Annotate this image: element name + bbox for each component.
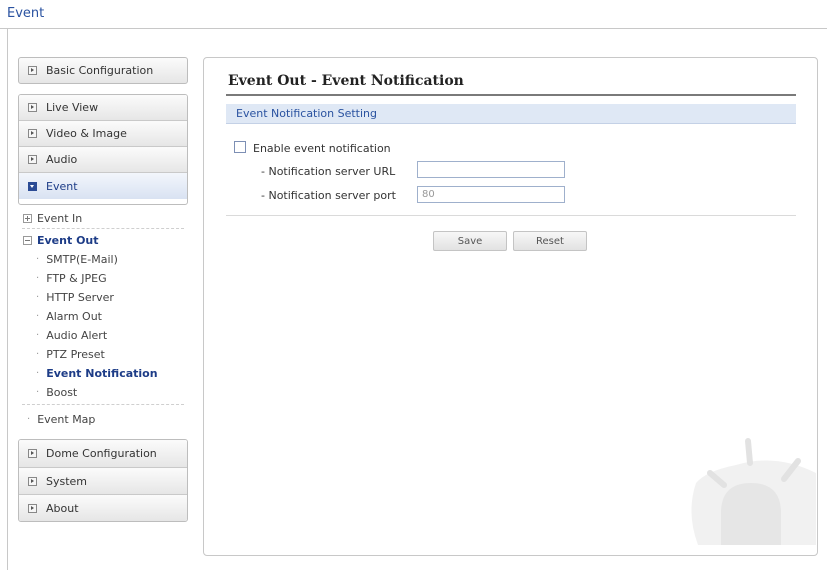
bullet: ·	[36, 387, 40, 398]
submenu-boost[interactable]: · Boost	[36, 386, 77, 399]
submenu-label: Alarm Out	[46, 310, 102, 323]
menu-label: Live View	[46, 101, 99, 114]
event-submenu: Event In Event Out · SMTP(E-Mail) · FTP …	[18, 206, 188, 438]
bullet: ·	[36, 292, 40, 303]
menu-event[interactable]: Event	[19, 173, 187, 199]
submenu-label: HTTP Server	[46, 291, 114, 304]
menu-label: Event	[46, 179, 78, 193]
menu-label: System	[46, 474, 88, 488]
submenu-ftp-jpeg[interactable]: · FTP & JPEG	[36, 272, 107, 285]
expand-arrow-icon	[28, 66, 37, 75]
submenu-label: Event In	[37, 212, 83, 225]
submenu-ptz-preset[interactable]: · PTZ Preset	[36, 348, 105, 361]
submenu-alarm-out[interactable]: · Alarm Out	[36, 310, 102, 323]
enable-notification-label: Enable event notification	[253, 142, 391, 155]
menu-live-view[interactable]: Live View	[19, 95, 187, 121]
bullet: ·	[36, 254, 40, 265]
menu-label: Video & Image	[46, 127, 127, 140]
menu-label: About	[46, 501, 79, 515]
submenu-label: Event Map	[37, 413, 96, 426]
submenu-label: Event Out	[37, 234, 99, 247]
server-url-label: - Notification server URL	[261, 165, 396, 178]
form-divider	[226, 215, 796, 216]
menu-group-main: Live View Video & Image Audio Event	[18, 94, 188, 205]
expand-arrow-icon	[28, 129, 37, 138]
menu-video-image[interactable]: Video & Image	[19, 121, 187, 147]
divider	[22, 404, 184, 405]
collapse-arrow-icon	[28, 181, 37, 191]
submenu-event-in[interactable]: Event In	[23, 212, 82, 225]
section-header: Event Notification Setting	[226, 104, 796, 124]
menu-system[interactable]: System	[19, 468, 187, 495]
server-url-input[interactable]	[417, 161, 565, 178]
tree-plus-icon	[23, 214, 32, 223]
menu-group-bottom: Dome Configuration System About	[18, 439, 188, 522]
menu-label: Basic Configuration	[46, 64, 154, 77]
submenu-event-out[interactable]: Event Out	[23, 234, 99, 247]
divider	[22, 228, 184, 229]
main-panel: Event Out - Event Notification Event Not…	[203, 57, 818, 556]
bullet: ·	[36, 273, 40, 284]
expand-arrow-icon	[28, 503, 37, 513]
top-bar: Event	[0, 0, 827, 29]
submenu-label: Boost	[46, 386, 78, 399]
reset-button[interactable]: Reset	[513, 231, 587, 251]
tree-minus-icon	[23, 236, 32, 245]
menu-dome-configuration[interactable]: Dome Configuration	[19, 440, 187, 468]
bullet: ·	[36, 349, 40, 360]
menu-audio[interactable]: Audio	[19, 147, 187, 173]
expand-arrow-icon	[28, 476, 37, 486]
submenu-event-notification[interactable]: · Event Notification	[36, 367, 158, 380]
submenu-http-server[interactable]: · HTTP Server	[36, 291, 114, 304]
submenu-label: Audio Alert	[46, 329, 108, 342]
expand-arrow-icon	[28, 449, 37, 458]
expand-arrow-icon	[28, 155, 37, 164]
bullet: ·	[36, 330, 40, 341]
enable-notification-checkbox[interactable]	[234, 141, 246, 153]
submenu-label: Event Notification	[46, 367, 158, 380]
submenu-event-map[interactable]: · Event Map	[27, 413, 95, 426]
bullet: ·	[36, 368, 40, 379]
submenu-audio-alert[interactable]: · Audio Alert	[36, 329, 107, 342]
menu-label: Dome Configuration	[46, 447, 157, 460]
submenu-smtp[interactable]: · SMTP(E-Mail)	[36, 253, 118, 266]
bullet: ·	[36, 311, 40, 322]
alarm-light-icon	[691, 438, 816, 545]
submenu-label: SMTP(E-Mail)	[46, 253, 118, 266]
submenu-label: FTP & JPEG	[46, 272, 107, 285]
menu-label: Audio	[46, 153, 78, 166]
submenu-label: PTZ Preset	[46, 348, 105, 361]
page-title: Event Out - Event Notification	[228, 73, 464, 89]
menu-about[interactable]: About	[19, 495, 187, 521]
server-port-input[interactable]	[417, 186, 565, 203]
bullet: ·	[27, 414, 31, 425]
save-button[interactable]: Save	[433, 231, 507, 251]
title-divider	[226, 94, 796, 96]
menu-basic-configuration[interactable]: Basic Configuration	[18, 57, 188, 84]
expand-arrow-icon	[28, 103, 37, 112]
page-header-title: Event	[7, 6, 45, 21]
server-port-label: - Notification server port	[261, 189, 396, 202]
